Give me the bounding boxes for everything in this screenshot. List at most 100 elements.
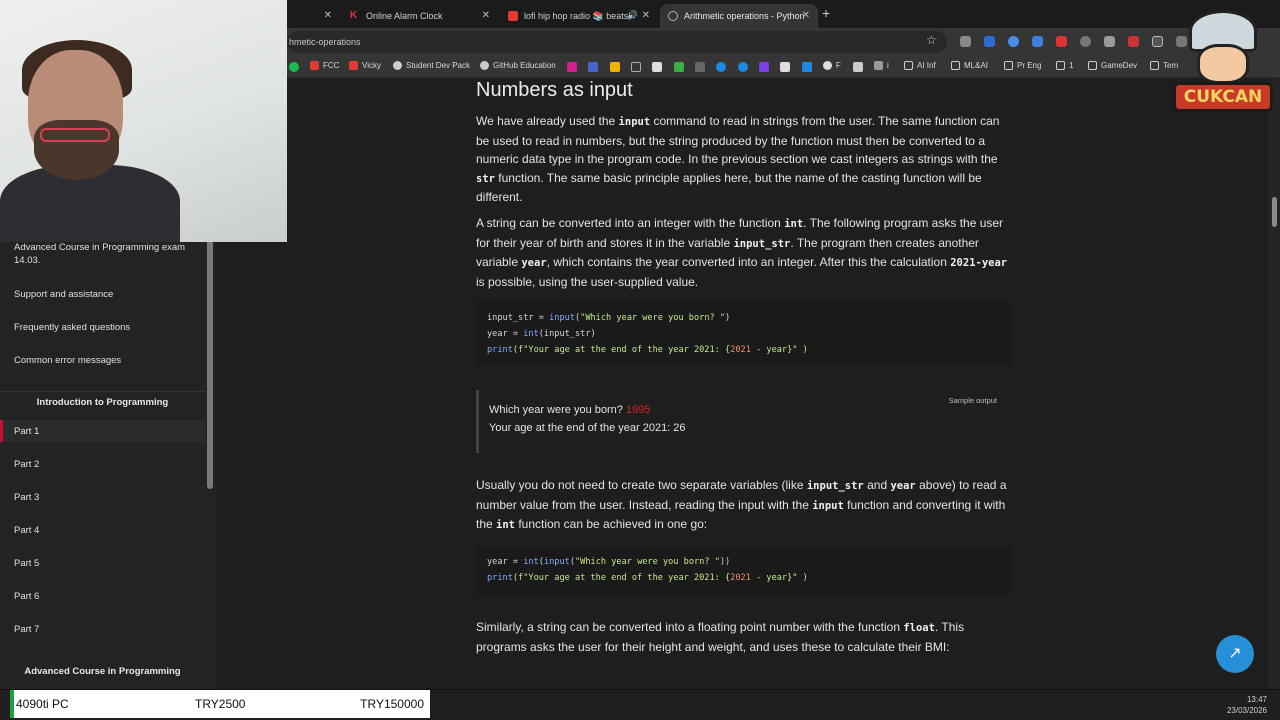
- sidebar-scrollbar[interactable]: [207, 239, 213, 489]
- sidebar-item-support[interactable]: Support and assistance: [14, 288, 194, 301]
- logo-wordmark: CUKCAN: [1173, 82, 1273, 112]
- tab-lofi-radio[interactable]: lofi hip hop radio 📚 beats 🔊 ✕: [500, 4, 658, 28]
- translate-extension-icon[interactable]: [1032, 36, 1043, 47]
- sample-user-input: 1995: [625, 404, 651, 416]
- bookmark-icon[interactable]: [695, 62, 705, 72]
- goal-target-amount: TRY150000: [360, 697, 424, 711]
- sidebar-item-faq[interactable]: Frequently asked questions: [14, 321, 194, 334]
- folder-icon: [1004, 61, 1013, 70]
- new-tab-icon[interactable]: +: [822, 5, 830, 21]
- inline-code: input: [618, 116, 651, 128]
- extension-icon[interactable]: [1128, 36, 1139, 47]
- bookmark-icon[interactable]: [567, 62, 577, 72]
- bookmark-github-education[interactable]: GitHub Education: [480, 61, 556, 70]
- sample-output-label: Sample output: [948, 396, 997, 405]
- sidebar-item-exam[interactable]: Advanced Course in Programming exam 14.0…: [14, 241, 194, 267]
- extension-icon[interactable]: [1008, 36, 1019, 47]
- sidebar-item-part-7[interactable]: Part 7: [14, 623, 194, 636]
- tab-online-alarm-clock[interactable]: K Online Alarm Clock ✕: [342, 4, 498, 28]
- extension-icon[interactable]: [1152, 36, 1163, 47]
- youtube-icon: [310, 61, 319, 70]
- bookmark-icon[interactable]: [802, 62, 812, 72]
- sample-output-box: Sample output Which year were you born? …: [476, 390, 1011, 453]
- close-tab-icon[interactable]: ✕: [802, 10, 810, 21]
- webcam-person-glasses: [40, 128, 110, 142]
- sidebar-item-part-3[interactable]: Part 3: [14, 491, 194, 504]
- extension-icon[interactable]: [984, 36, 995, 47]
- sidebar-item-part-1[interactable]: Part 1: [14, 425, 194, 438]
- bookmark-folder-pr-eng[interactable]: Pr Eng: [1004, 61, 1041, 70]
- audio-playing-icon[interactable]: 🔊: [627, 10, 638, 21]
- bookmark-icon[interactable]: [674, 62, 684, 72]
- webcam-overlay: [0, 0, 287, 242]
- code-block-1[interactable]: input_str = input("Which year were you b…: [476, 302, 1011, 366]
- goal-progress-bar: [10, 690, 14, 718]
- bookmark-icon[interactable]: [716, 62, 726, 72]
- sidebar-divider: [0, 391, 205, 392]
- sidebar-item-part-6[interactable]: Part 6: [14, 590, 194, 603]
- bookmark-star-icon[interactable]: ☆: [926, 33, 937, 47]
- bookmark-icon[interactable]: [610, 62, 620, 72]
- taskbar: 4090ti PC TRY2500 TRY150000 13:47 23/03/…: [0, 689, 1280, 720]
- bookmark-student-dev-pack[interactable]: Student Dev Pack: [393, 61, 470, 70]
- bookmark-folder-1[interactable]: 1: [1056, 61, 1073, 70]
- progress-chart-button[interactable]: ↗: [1216, 635, 1254, 673]
- address-bar[interactable]: hmetic-operations: [287, 31, 947, 53]
- paragraph-float: Similarly, a string can be converted int…: [476, 620, 965, 654]
- code-block-2[interactable]: year = int(input("Which year were you bo…: [476, 546, 1011, 594]
- inline-code: input_str: [733, 237, 791, 250]
- bookmark-folder-gamedev[interactable]: GameDev: [1088, 61, 1137, 70]
- address-url: hmetic-operations: [289, 37, 361, 47]
- folder-icon: [1056, 61, 1065, 70]
- folder-icon: [904, 61, 913, 70]
- bookmark-icon[interactable]: [853, 62, 863, 72]
- x-bookmark-icon[interactable]: [652, 62, 662, 72]
- close-tab-icon[interactable]: ✕: [482, 10, 490, 21]
- chart-trend-icon: ↗: [1228, 645, 1242, 662]
- bookmark-fcc[interactable]: FCC: [310, 61, 339, 70]
- sidebar-item-common-errors[interactable]: Common error messages: [14, 354, 194, 367]
- page-scrollbar-thumb[interactable]: [1272, 197, 1277, 227]
- tab-label: lofi hip hop radio 📚 beats: [524, 10, 629, 21]
- goal-current-amount: TRY2500: [195, 697, 246, 711]
- inline-code: 2021-year: [950, 257, 1008, 269]
- shield-extension-icon[interactable]: [1104, 36, 1115, 47]
- clock-date: 23/03/2026: [1226, 706, 1267, 715]
- section-heading: Numbers as input: [476, 79, 633, 101]
- sidebar-section-intro[interactable]: Introduction to Programming: [0, 397, 205, 408]
- tab-arithmetic-operations[interactable]: Arithmetic operations - Python ✕: [660, 4, 818, 28]
- folder-icon: [951, 61, 960, 70]
- extension-icon[interactable]: [1080, 36, 1091, 47]
- bookmark-icon[interactable]: [631, 62, 641, 72]
- inline-code: float: [903, 622, 935, 634]
- bookmark-folder-ai-inf[interactable]: AI Inf: [904, 61, 936, 70]
- sidebar-item-part-4[interactable]: Part 4: [14, 524, 194, 537]
- bookmark-folder-ml-ai[interactable]: ML&AI: [951, 61, 988, 70]
- bookmark-vicky[interactable]: Vicky: [349, 61, 381, 70]
- bookmark-i[interactable]: i: [874, 61, 889, 70]
- bookmark-label: Vicky: [362, 61, 381, 70]
- bookmark-label: i: [887, 61, 889, 70]
- bookmark-label: FCC: [323, 61, 340, 70]
- sample-answer-line: Your age at the end of the year 2021: 26: [489, 422, 686, 434]
- youtube-icon: [349, 61, 358, 70]
- adblock-extension-icon[interactable]: [1056, 36, 1067, 47]
- bookmark-icon[interactable]: [738, 62, 748, 72]
- bookmark-label: AI Inf: [917, 61, 936, 70]
- sidebar-section-advanced[interactable]: Advanced Course in Programming: [0, 666, 205, 677]
- sidebar-item-part-5[interactable]: Part 5: [14, 557, 194, 570]
- extension-icon[interactable]: [960, 36, 971, 47]
- system-clock[interactable]: 13:47 23/03/2026: [1227, 694, 1267, 716]
- close-tab-icon[interactable]: ✕: [324, 10, 332, 21]
- bookmark-icon[interactable]: [588, 62, 598, 72]
- bookmark-icon[interactable]: [759, 62, 769, 72]
- inline-code: int: [496, 519, 515, 531]
- bookmark-f[interactable]: F: [823, 61, 841, 70]
- bookmark-icon[interactable]: [780, 62, 790, 72]
- page-scrollbar-track[interactable]: [1268, 79, 1280, 689]
- close-tab-icon[interactable]: ✕: [642, 10, 650, 21]
- compass-icon: [823, 61, 832, 70]
- sidebar-item-part-2[interactable]: Part 2: [14, 458, 194, 471]
- spotify-bookmark-icon[interactable]: [289, 62, 299, 72]
- tab-previous[interactable]: ✕: [288, 4, 340, 28]
